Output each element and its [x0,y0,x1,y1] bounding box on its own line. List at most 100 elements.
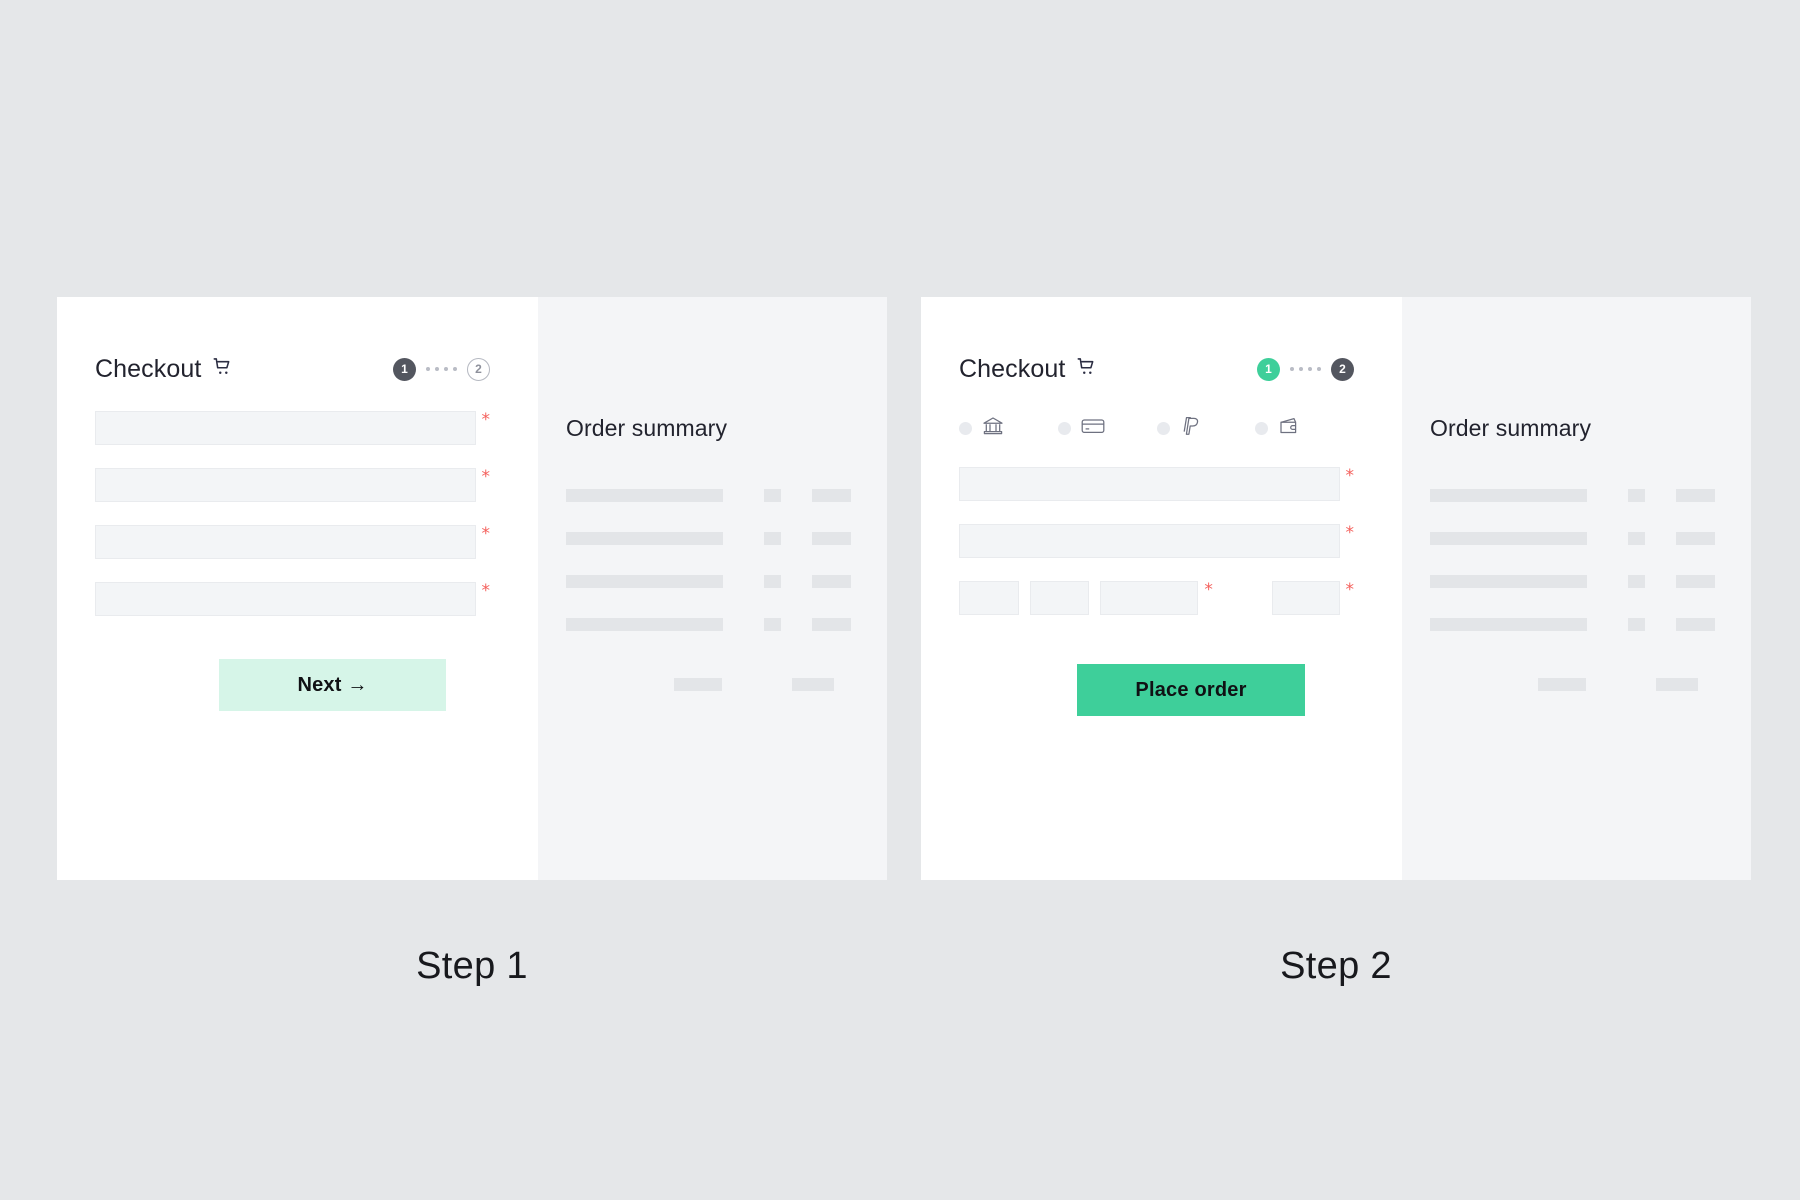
cvv-wrap: * [1271,580,1355,615]
item-price-skeleton [1675,532,1715,545]
order-summary-title: Order summary [1430,415,1592,441]
summary-line-item [566,474,851,517]
item-price-skeleton [811,618,851,631]
step1-form-pane: Checkout 1 2 * * * * Next → [57,297,538,880]
item-name-skeleton [566,532,724,545]
required-asterisk: * [1345,580,1355,600]
summary-line-item [566,517,851,560]
radio-bank-transfer[interactable] [959,421,972,435]
next-button[interactable]: Next → [219,659,446,711]
credit-card-icon [1080,414,1106,443]
shopping-cart-icon [212,356,234,383]
expiry-full-input[interactable] [1100,581,1199,615]
bank-icon [981,414,1005,443]
step1-title-group: Checkout [95,355,234,384]
step1-action-row: Next → [95,659,490,711]
item-qty-skeleton [764,618,782,631]
step1-order-summary-panel: Order summary [538,297,887,880]
required-asterisk: * [481,524,491,544]
connector-dot [444,367,448,371]
connector-dot [453,367,457,371]
step2-stepper: 1 2 [1257,357,1354,381]
field-4-input[interactable] [95,582,476,616]
place-order-button[interactable]: Place order [1077,664,1305,716]
payment-method-selector [959,411,1354,445]
connector-dot [1317,367,1321,371]
summary-total-row [566,678,851,691]
cvv-input[interactable] [1271,581,1340,615]
summary-line-item [1430,603,1715,646]
card-name-input[interactable] [959,467,1340,501]
payment-option-paypal[interactable] [1156,414,1256,443]
total-value-skeleton [1656,678,1698,691]
stepper-connector [422,367,461,371]
expiry-full-wrap: * [1100,581,1213,615]
item-name-skeleton [566,618,724,631]
item-price-skeleton [811,489,851,502]
item-qty-skeleton [764,532,782,545]
summary-line-item [1430,517,1715,560]
card-number-input[interactable] [959,524,1340,558]
connector-dot [1299,367,1303,371]
item-name-skeleton [1430,489,1588,502]
form-field-row: * [959,524,1354,558]
connector-dot [435,367,439,371]
step2-order-summary-panel: Order summary [1402,297,1751,880]
required-asterisk: * [481,467,491,487]
field-2-input[interactable] [95,468,476,502]
item-price-skeleton [1675,618,1715,631]
expiry-month-input[interactable] [959,581,1019,615]
field-3-input[interactable] [95,525,476,559]
stepper-dot-2[interactable]: 2 [1331,357,1354,381]
step2-title-group: Checkout [959,355,1098,384]
required-asterisk: * [1345,523,1355,543]
item-qty-skeleton [1628,532,1646,545]
summary-line-item [1430,560,1715,603]
summary-line-item [566,603,851,646]
total-label-skeleton [674,678,722,691]
item-name-skeleton [566,575,724,588]
summary-line-item [566,560,851,603]
caption-step-1: Step 1 [416,945,528,987]
summary-total-row [1430,678,1715,691]
item-name-skeleton [1430,618,1588,631]
item-qty-skeleton [764,489,782,502]
required-asterisk: * [481,410,491,430]
item-price-skeleton [1675,575,1715,588]
radio-credit-card[interactable] [1057,421,1071,435]
step2-action-row: Place order [959,664,1354,716]
page-title: Checkout [95,354,202,383]
form-field-row: * [95,411,490,445]
required-asterisk: * [1204,580,1213,600]
item-price-skeleton [811,532,851,545]
connector-dot [426,367,430,371]
item-name-skeleton [1430,575,1588,588]
payment-option-credit-card[interactable] [1057,414,1157,443]
item-qty-skeleton [1628,489,1646,502]
form-field-row: * [95,525,490,559]
shopping-cart-icon [1076,356,1098,383]
radio-paypal[interactable] [1156,421,1170,435]
payment-option-bank-transfer[interactable] [959,414,1058,443]
step1-stepper: 1 2 [393,357,490,381]
checkout-card-step1: Checkout 1 2 * * * * Next → Order summar… [57,297,887,880]
payment-option-wallet[interactable] [1255,414,1354,443]
field-1-input[interactable] [95,411,476,445]
total-label-skeleton [1538,678,1586,691]
item-name-skeleton [566,489,724,502]
paypal-icon [1179,414,1203,443]
caption-step-2: Step 2 [1280,945,1392,987]
stepper-dot-1[interactable]: 1 [393,357,416,381]
form-field-row: * [959,467,1354,501]
stepper-dot-1[interactable]: 1 [1257,357,1280,381]
form-field-row: * [95,468,490,502]
connector-dot [1290,367,1294,371]
radio-wallet[interactable] [1255,421,1269,435]
summary-line-item [1430,474,1715,517]
required-asterisk: * [1345,466,1355,486]
stepper-dot-2[interactable]: 2 [467,357,490,381]
step2-form-pane: Checkout 1 2 * * * * Place order [921,297,1402,880]
expiry-year-input[interactable] [1029,581,1090,615]
item-qty-skeleton [1628,618,1646,631]
order-summary-title: Order summary [566,415,728,441]
